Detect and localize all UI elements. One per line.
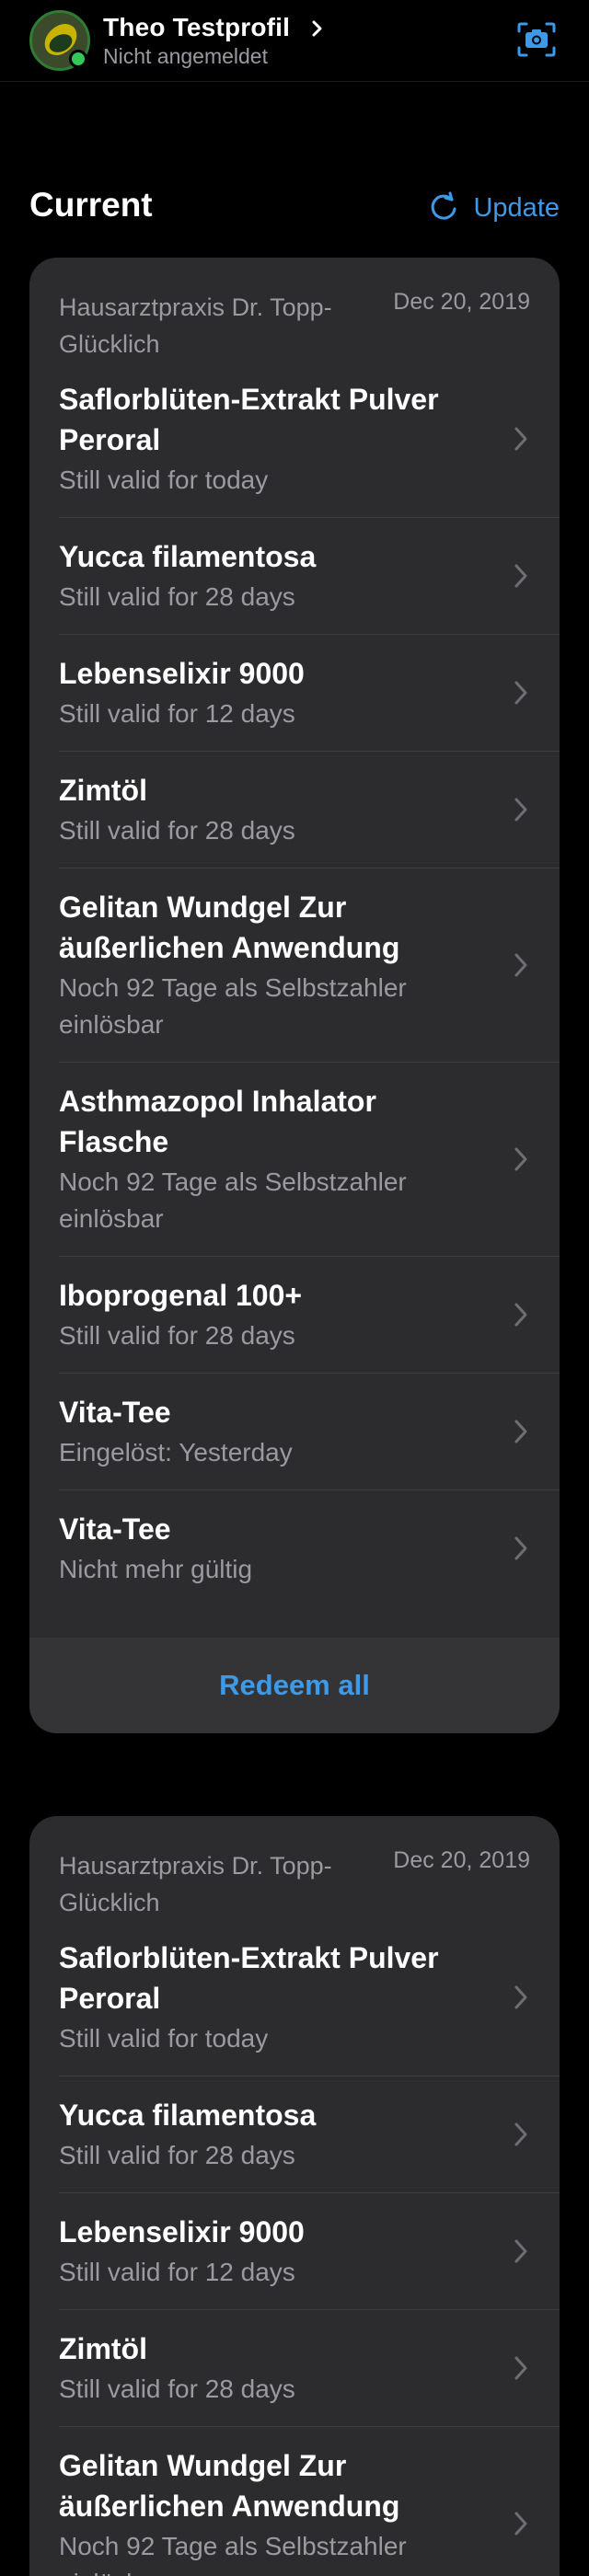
card-header: Hausarztpraxis Dr. Topp-Glücklich Dec 20…	[29, 258, 560, 361]
medication-status: Still valid for today	[59, 466, 269, 494]
update-label: Update	[473, 192, 560, 223]
medication-name: Iboprogenal 100+	[59, 1279, 303, 1312]
medication-list: Saflorblüten-Extrakt Pulver Peroral Stil…	[29, 1919, 560, 2576]
section-header: Current Update	[29, 180, 560, 232]
chevron-right-icon	[514, 1303, 527, 1327]
medication-name: Asthmazopol Inhalator Flasche	[59, 1085, 376, 1158]
refresh-icon	[432, 191, 456, 220]
login-status-text: Nicht angemeldet	[103, 44, 268, 68]
medication-row[interactable]: Zimtöl Still valid for 28 days	[59, 752, 560, 868]
medication-status: Still valid for 28 days	[59, 816, 295, 845]
redeem-all-button[interactable]: Redeem all	[29, 1638, 560, 1733]
medication-row[interactable]: Saflorblüten-Extrakt Pulver Peroral Stil…	[59, 361, 560, 518]
medication-status: Still valid for 12 days	[59, 2258, 295, 2286]
chevron-right-icon	[514, 2512, 527, 2536]
practice-name: Hausarztpraxis Dr. Topp-Glücklich	[59, 1852, 332, 1916]
medication-row[interactable]: Asthmazopol Inhalator Flasche Noch 92 Ta…	[59, 1063, 560, 1257]
medication-status: Noch 92 Tage als Selbstzahler einlösbar	[59, 973, 407, 1039]
medication-name: Lebenselixir 9000	[59, 2215, 305, 2248]
medication-name: Yucca filamentosa	[59, 2099, 317, 2132]
medication-name: Lebenselixir 9000	[59, 657, 305, 690]
card-header: Hausarztpraxis Dr. Topp-Glücklich Dec 20…	[29, 1816, 560, 1919]
medication-status: Nicht mehr gültig	[59, 1555, 253, 1583]
camera-scan-icon[interactable]	[517, 22, 556, 57]
chevron-right-icon	[514, 1536, 527, 1560]
medication-row[interactable]: Saflorblüten-Extrakt Pulver Peroral Stil…	[59, 1919, 560, 2076]
chevron-right-icon[interactable]	[309, 20, 326, 37]
chevron-right-icon	[514, 427, 527, 451]
online-status-indicator	[69, 50, 87, 68]
medication-name: Zimtöl	[59, 2332, 147, 2365]
chevron-right-icon	[514, 2122, 527, 2146]
prescription-card: Hausarztpraxis Dr. Topp-Glücklich Dec 20…	[29, 1816, 560, 2576]
medication-status: Eingelöst: Yesterday	[59, 1438, 293, 1466]
app-header: Theo Testprofil Nicht angemeldet	[0, 0, 589, 82]
update-button[interactable]: Update	[427, 190, 560, 226]
medication-name: Gelitan Wundgel Zur äußerlichen Anwendun…	[59, 2449, 400, 2523]
section-title: Current	[29, 186, 153, 224]
medication-row[interactable]: Vita-Tee Nicht mehr gültig	[59, 1490, 560, 1606]
chevron-right-icon	[514, 2239, 527, 2263]
medication-name: Gelitan Wundgel Zur äußerlichen Anwendun…	[59, 891, 400, 964]
medication-status: Still valid for 28 days	[59, 2141, 295, 2169]
chevron-right-icon	[514, 1420, 527, 1443]
medication-row[interactable]: Lebenselixir 9000 Still valid for 12 day…	[59, 2193, 560, 2310]
medication-row[interactable]: Vita-Tee Eingelöst: Yesterday	[59, 1374, 560, 1490]
medication-row[interactable]: Yucca filamentosa Still valid for 28 day…	[59, 2076, 560, 2193]
medication-list: Saflorblüten-Extrakt Pulver Peroral Stil…	[29, 361, 560, 1606]
medication-name: Vita-Tee	[59, 1396, 171, 1429]
chevron-right-icon	[514, 953, 527, 977]
chevron-right-icon	[514, 681, 527, 705]
medication-row[interactable]: Zimtöl Still valid for 28 days	[59, 2310, 560, 2427]
medication-status: Still valid for 28 days	[59, 1321, 295, 1350]
medication-name: Yucca filamentosa	[59, 540, 317, 573]
chevron-right-icon	[514, 1147, 527, 1171]
prescription-date: Dec 20, 2019	[393, 289, 530, 315]
medication-status: Still valid for 12 days	[59, 699, 295, 728]
medication-status: Still valid for 28 days	[59, 582, 295, 611]
practice-name: Hausarztpraxis Dr. Topp-Glücklich	[59, 293, 332, 358]
chevron-right-icon	[514, 2356, 527, 2380]
medication-row[interactable]: Lebenselixir 9000 Still valid for 12 day…	[59, 635, 560, 752]
medication-status: Still valid for 28 days	[59, 2375, 295, 2403]
medication-row[interactable]: Yucca filamentosa Still valid for 28 day…	[59, 518, 560, 635]
medication-row[interactable]: Gelitan Wundgel Zur äußerlichen Anwendun…	[59, 2427, 560, 2576]
prescription-date: Dec 20, 2019	[393, 1847, 530, 1873]
medication-name: Vita-Tee	[59, 1512, 171, 1546]
profile-name[interactable]: Theo Testprofil	[103, 13, 290, 42]
medication-row[interactable]: Gelitan Wundgel Zur äußerlichen Anwendun…	[59, 868, 560, 1063]
medication-name: Saflorblüten-Extrakt Pulver Peroral	[59, 383, 439, 456]
chevron-right-icon	[514, 798, 527, 822]
medication-status: Noch 92 Tage als Selbstzahler einlösbar	[59, 2532, 407, 2576]
medication-name: Zimtöl	[59, 774, 147, 807]
medication-name: Saflorblüten-Extrakt Pulver Peroral	[59, 1941, 439, 2015]
medication-row[interactable]: Iboprogenal 100+ Still valid for 28 days	[59, 1257, 560, 1374]
prescription-card: Hausarztpraxis Dr. Topp-Glücklich Dec 20…	[29, 258, 560, 1733]
chevron-right-icon	[514, 1985, 527, 2009]
medication-status: Noch 92 Tage als Selbstzahler einlösbar	[59, 1167, 407, 1233]
chevron-right-icon	[514, 564, 527, 588]
medication-status: Still valid for today	[59, 2024, 269, 2053]
